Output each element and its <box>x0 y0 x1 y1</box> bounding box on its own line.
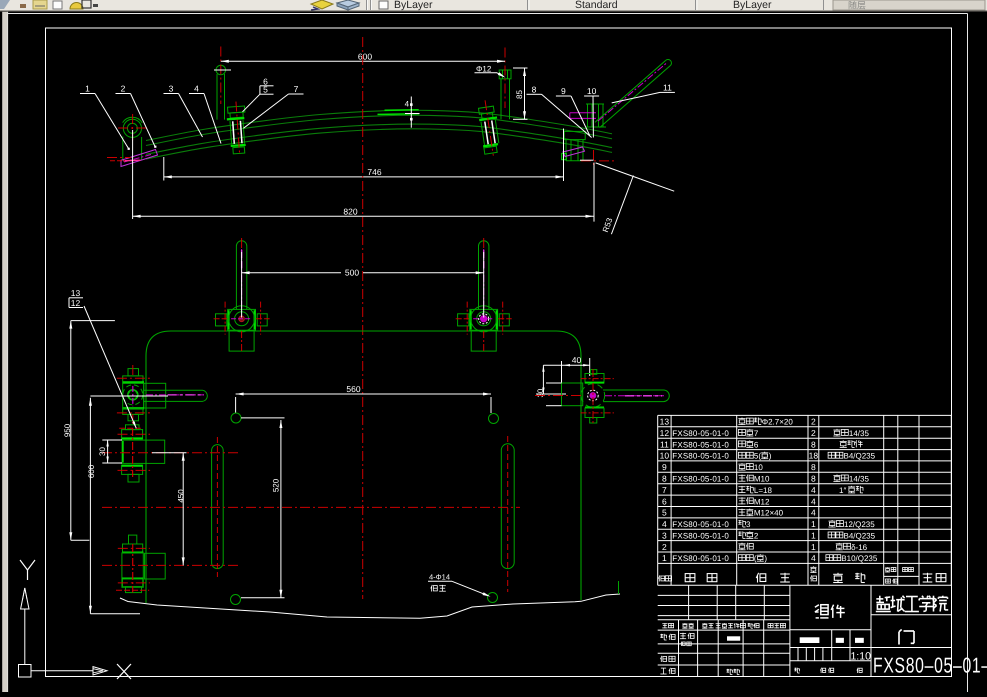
svg-text:8: 8 <box>811 462 816 472</box>
svg-text:40: 40 <box>572 355 582 365</box>
svg-text:6: 6 <box>662 496 667 506</box>
svg-text:2: 2 <box>811 428 816 438</box>
svg-text:FXS80–05–01–: FXS80–05–01– <box>873 653 987 677</box>
svg-text:M10: M10 <box>754 475 770 484</box>
svg-text:9: 9 <box>662 462 667 472</box>
svg-text:12: 12 <box>71 298 81 308</box>
svg-text:2: 2 <box>811 417 816 427</box>
svg-text:2: 2 <box>662 542 667 552</box>
svg-text:4-Φ14: 4-Φ14 <box>429 573 450 582</box>
svg-text:12: 12 <box>660 428 670 438</box>
svg-text:820: 820 <box>343 206 357 216</box>
svg-text:B4/Q235: B4/Q235 <box>844 531 876 540</box>
svg-text:Φ2.7×20: Φ2.7×20 <box>762 418 794 427</box>
svg-text:450: 450 <box>177 489 186 503</box>
svg-text:500: 500 <box>345 268 359 278</box>
svg-text:30: 30 <box>98 447 107 456</box>
svg-text:560: 560 <box>346 384 360 394</box>
svg-text:5: 5 <box>263 84 268 94</box>
svg-text:1″: 1″ <box>839 486 846 495</box>
svg-text:FXS80-05-01-0: FXS80-05-01-0 <box>672 520 729 529</box>
svg-text:1:10: 1:10 <box>850 650 871 662</box>
svg-text:10: 10 <box>754 463 763 472</box>
svg-text:2: 2 <box>754 531 759 540</box>
svg-text:10: 10 <box>660 451 670 461</box>
svg-text:1: 1 <box>811 530 816 540</box>
svg-text:L=18: L=18 <box>754 486 773 495</box>
svg-text:13: 13 <box>660 417 670 427</box>
svg-text:746: 746 <box>367 167 381 177</box>
svg-text:14/35: 14/35 <box>849 429 870 438</box>
svg-text:4: 4 <box>811 508 816 518</box>
svg-text:1: 1 <box>811 519 816 529</box>
svg-text:FXS80-05-01-0: FXS80-05-01-0 <box>672 429 729 438</box>
svg-text:FXS80-05-01-0: FXS80-05-01-0 <box>672 531 729 540</box>
svg-text:18: 18 <box>809 451 819 461</box>
svg-text:2: 2 <box>121 84 126 94</box>
svg-text:δ-16: δ-16 <box>851 543 868 552</box>
svg-text:Φ12: Φ12 <box>476 65 492 74</box>
svg-text:B4/Q235: B4/Q235 <box>844 452 876 461</box>
svg-text:8: 8 <box>811 474 816 484</box>
svg-text:FXS80-05-01-0: FXS80-05-01-0 <box>672 475 729 484</box>
svg-text:8: 8 <box>532 84 537 94</box>
svg-text:Standard: Standard <box>575 0 618 11</box>
svg-text:1: 1 <box>85 84 90 94</box>
svg-text:FXS80-05-01-0: FXS80-05-01-0 <box>672 440 729 449</box>
svg-text:520: 520 <box>271 478 280 492</box>
svg-text:7: 7 <box>294 84 299 94</box>
svg-text:600: 600 <box>358 51 372 61</box>
svg-text:6: 6 <box>754 440 759 449</box>
svg-text:950: 950 <box>63 423 72 437</box>
svg-text:FXS80-05-01-0: FXS80-05-01-0 <box>672 452 729 461</box>
svg-text:9: 9 <box>561 86 566 96</box>
svg-text:3: 3 <box>662 530 667 540</box>
svg-text:): ) <box>769 452 772 461</box>
svg-text:ByLayer: ByLayer <box>394 0 433 11</box>
svg-text:3: 3 <box>746 520 751 529</box>
svg-text:4: 4 <box>811 496 816 506</box>
svg-text:8: 8 <box>811 439 816 449</box>
svg-text:ByLayer: ByLayer <box>733 0 772 11</box>
svg-text:随层: 随层 <box>848 1 866 11</box>
svg-text:11: 11 <box>660 439 669 449</box>
svg-text:M12: M12 <box>754 497 770 506</box>
svg-text:4: 4 <box>811 553 816 563</box>
svg-text:4: 4 <box>405 100 410 109</box>
svg-text:7: 7 <box>662 485 667 495</box>
svg-text:1: 1 <box>662 553 667 563</box>
svg-text:7: 7 <box>754 429 759 438</box>
svg-text:5: 5 <box>662 508 667 518</box>
svg-text:85: 85 <box>515 90 524 99</box>
svg-text:4: 4 <box>662 519 667 529</box>
svg-text:13: 13 <box>71 288 81 298</box>
svg-text:): ) <box>764 554 767 563</box>
svg-text:30: 30 <box>536 388 545 397</box>
svg-text:5(: 5( <box>754 452 761 461</box>
svg-text:11: 11 <box>663 82 672 92</box>
svg-text:(: ( <box>754 554 757 563</box>
svg-text:600: 600 <box>87 464 96 478</box>
svg-text:B10/Q235: B10/Q235 <box>841 554 878 563</box>
svg-text:FXS80-05-01-0: FXS80-05-01-0 <box>672 554 729 563</box>
svg-text:10: 10 <box>587 86 597 96</box>
svg-text:M12×40: M12×40 <box>754 509 784 518</box>
svg-text:12/Q235: 12/Q235 <box>844 520 875 529</box>
svg-text:1: 1 <box>811 542 816 552</box>
svg-text:4: 4 <box>194 84 199 94</box>
svg-text:4: 4 <box>811 485 816 495</box>
svg-text:8: 8 <box>662 474 667 484</box>
svg-text:3: 3 <box>169 84 174 94</box>
svg-text:14/35: 14/35 <box>849 475 870 484</box>
